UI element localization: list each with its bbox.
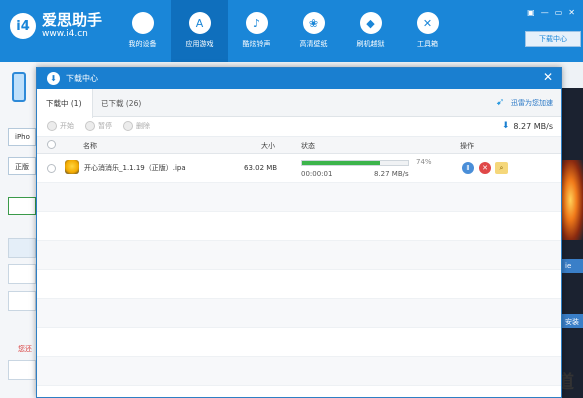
tab-downloaded[interactable]: 已下载 (26)	[101, 89, 141, 117]
dialog-toolbar: 开始 暂停 删除 ⬇ 8.27 MB/s	[37, 117, 561, 137]
background-right-button[interactable]: ie	[562, 259, 583, 273]
nav-label: 应用游戏	[185, 40, 214, 48]
column-action: 操作	[460, 142, 474, 150]
flash-icon: ◆	[359, 12, 382, 34]
pause-label: 暂停	[98, 122, 112, 130]
close-icon[interactable]: ✕	[543, 70, 553, 84]
delete-row-icon[interactable]: ✕	[479, 162, 491, 174]
progress-fill	[302, 161, 381, 165]
row-speed: 8.27 MB/s	[374, 170, 409, 178]
close-window-icon[interactable]: ✕	[568, 8, 575, 17]
wallpaper-icon: ❀	[302, 12, 325, 34]
nav-item-1[interactable]: A 应用游戏	[171, 0, 228, 62]
background-list-item[interactable]	[8, 264, 36, 284]
toolbox-icon: ✕	[416, 12, 439, 34]
nav-label: 我的设备	[128, 40, 157, 48]
column-size: 大小	[261, 142, 275, 150]
background-device-chip[interactable]: iPho	[8, 128, 36, 146]
main-nav: 我的设备 A 应用游戏 ♪ 酷炫铃声 ❀ 高清壁纸 ◆ 刷机越狱 ✕ 工具箱	[114, 0, 456, 62]
minimize-icon[interactable]: —	[541, 8, 549, 17]
xunlei-bird-icon: ➹	[496, 97, 505, 108]
background-list-item[interactable]	[8, 238, 36, 258]
empty-row	[37, 270, 561, 299]
download-arrow-icon: ⬇	[501, 121, 510, 131]
file-size: 63.02 MB	[244, 164, 278, 172]
app-logo: i4 爱思助手 www.i4.cn	[10, 12, 102, 40]
bell-icon: ♪	[245, 12, 268, 34]
dialog-title-bar: ⬇ 下载中心 ✕	[37, 68, 561, 89]
logo-badge-icon: i4	[10, 13, 36, 39]
empty-row	[37, 386, 561, 397]
nav-label: 酷炫铃声	[242, 40, 271, 48]
top-bar: i4 爱思助手 www.i4.cn 我的设备 A 应用游戏 ♪ 酷炫铃声 ❀ 高清壁纸 ◆ 刷机…	[0, 0, 583, 62]
pause-icon	[85, 121, 95, 131]
xunlei-label: 迅雷为您加速	[511, 99, 553, 107]
total-speed: ⬇ 8.27 MB/s	[502, 121, 553, 131]
nav-item-4[interactable]: ◆ 刷机越狱	[342, 0, 399, 62]
background-wallpaper	[560, 88, 583, 398]
skin-icon[interactable]: ▣	[527, 8, 535, 17]
dialog-tabs: 下载中 (1) 已下载 (26) ➹ 迅雷为您加速	[37, 89, 561, 118]
delete-label: 删除	[136, 122, 150, 130]
tab-downloading[interactable]: 下载中 (1)	[37, 89, 93, 118]
progress-percent: 74%	[416, 158, 432, 166]
empty-row	[37, 212, 561, 241]
nav-label: 高清壁纸	[299, 40, 328, 48]
row-checkbox[interactable]	[47, 164, 56, 173]
start-button[interactable]: 开始	[47, 121, 74, 131]
nav-item-3[interactable]: ❀ 高清壁纸	[285, 0, 342, 62]
background-notice-text: 您还	[18, 345, 32, 353]
pause-row-icon[interactable]: Ⅱ	[462, 162, 474, 174]
nav-item-2[interactable]: ♪ 酷炫铃声	[228, 0, 285, 62]
nav-label: 刷机越狱	[356, 40, 385, 48]
column-name: 名称	[83, 142, 97, 150]
logo-url: www.i4.cn	[42, 29, 88, 39]
table-row[interactable]: 开心消消乐_1.1.19（正版）.ipa 63.02 MB 74% 00:00:…	[37, 154, 561, 183]
dialog-title: 下载中心	[66, 74, 98, 83]
empty-row	[37, 183, 561, 212]
background-wallpaper-image	[562, 160, 583, 240]
start-label: 开始	[60, 122, 74, 130]
pause-button[interactable]: 暂停	[85, 121, 112, 131]
maximize-icon[interactable]: ▭	[555, 8, 563, 17]
empty-row	[37, 241, 561, 270]
empty-row	[37, 299, 561, 328]
window-controls: ▣ — ▭ ✕	[527, 8, 575, 17]
delete-button[interactable]: 删除	[123, 121, 150, 131]
progress-bar	[301, 160, 409, 166]
total-speed-value: 8.27 MB/s	[513, 121, 553, 131]
background-list-item[interactable]	[8, 291, 36, 311]
phone-icon	[12, 72, 26, 102]
apple-icon	[131, 12, 154, 34]
nav-item-0[interactable]: 我的设备	[114, 0, 171, 62]
column-status: 状态	[301, 142, 315, 150]
nav-label: 工具箱	[417, 40, 438, 48]
xunlei-accelerate-link[interactable]: ➹ 迅雷为您加速	[496, 97, 553, 109]
empty-row	[37, 357, 561, 386]
background-install-button[interactable]: 安装	[562, 314, 583, 328]
logo-name: 爱思助手	[42, 11, 103, 29]
nav-item-5[interactable]: ✕ 工具箱	[399, 0, 456, 62]
elapsed-time: 00:00:01	[301, 170, 333, 178]
file-name: 开心消消乐_1.1.19（正版）.ipa	[84, 164, 186, 172]
download-center-button[interactable]: 下载中心	[525, 31, 581, 47]
delete-icon	[123, 121, 133, 131]
background-list-item[interactable]	[8, 360, 36, 380]
table-header: 名称 大小 状态 操作	[37, 137, 561, 154]
background-filter-chip[interactable]: 正版	[8, 157, 36, 175]
download-icon: ⬇	[47, 72, 60, 85]
empty-row	[37, 328, 561, 357]
select-all-checkbox[interactable]	[47, 140, 56, 149]
background-search-box[interactable]	[8, 197, 36, 215]
download-center-dialog: ⬇ 下载中心 ✕ 下载中 (1) 已下载 (26) ➹ 迅雷为您加速 开始 暂停…	[36, 67, 562, 398]
app-icon	[65, 160, 79, 174]
start-icon	[47, 121, 57, 131]
app-store-icon: A	[188, 12, 211, 34]
open-folder-icon[interactable]: ⌕	[495, 162, 508, 174]
